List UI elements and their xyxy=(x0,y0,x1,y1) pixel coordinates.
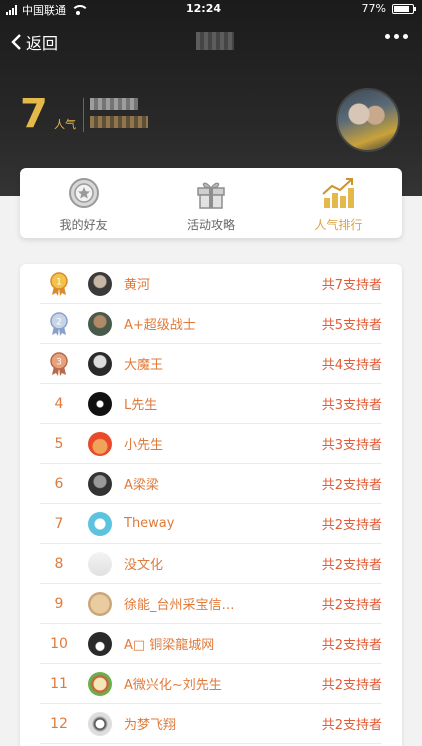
tab-friends[interactable]: 我的好友 xyxy=(20,168,147,238)
avatar[interactable] xyxy=(88,271,112,296)
back-label: 返回 xyxy=(26,34,59,53)
rank-number: 9 xyxy=(54,595,64,612)
supporter-count: 共2支持者 xyxy=(321,558,382,573)
avatar[interactable] xyxy=(88,431,112,456)
status-bar: 中国联通 12:24 77% xyxy=(0,0,422,18)
rank-number: 4 xyxy=(54,395,64,412)
ranking-row[interactable]: 3 大魔王 共4支持者 xyxy=(40,344,382,384)
tab-label: 人气排行 xyxy=(314,218,363,232)
medal-icon: 2 xyxy=(40,311,78,336)
rank-number: 6 xyxy=(54,475,64,492)
user-name: Theway xyxy=(124,516,175,531)
my-rank-label: 人气 xyxy=(54,118,76,131)
clock: 12:24 xyxy=(186,2,222,15)
tab-label: 活动攻略 xyxy=(186,218,235,232)
user-name: 黄河 xyxy=(124,278,151,293)
user-name-blurred xyxy=(90,98,138,110)
rank-number: 12 xyxy=(50,715,68,732)
nav-title-blurred xyxy=(196,32,234,50)
supporter-count: 共2支持者 xyxy=(321,478,382,493)
ranking-row[interactable]: 8 没文化 共2支持者 xyxy=(40,544,382,584)
signal-icon xyxy=(6,5,17,15)
supporter-count: 共2支持者 xyxy=(321,518,382,533)
user-name: 大魔王 xyxy=(124,358,164,373)
ranking-row[interactable]: 2 A+超级战士 共5支持者 xyxy=(40,304,382,344)
rank-number: 8 xyxy=(54,555,64,572)
user-name: A微兴化~刘先生 xyxy=(124,678,222,693)
rank-number: 5 xyxy=(54,435,64,452)
user-name: L先生 xyxy=(124,398,158,413)
ranking-row[interactable]: 12 为梦飞翔 共2支持者 xyxy=(40,704,382,744)
bar-chart-trend-icon xyxy=(322,178,355,208)
rank-number: 10 xyxy=(50,635,68,652)
supporter-count: 共4支持者 xyxy=(321,358,382,373)
user-name: 小先生 xyxy=(124,438,164,453)
user-name: 为梦飞翔 xyxy=(124,718,177,733)
chevron-left-icon xyxy=(11,34,21,50)
supporter-count: 共3支持者 xyxy=(321,438,382,453)
back-button[interactable]: 返回 xyxy=(10,30,58,54)
avatar[interactable] xyxy=(88,711,112,736)
my-rank-number: 7 xyxy=(20,91,48,137)
battery-label: 77% xyxy=(361,2,386,15)
header-area: 中国联通 12:24 77% 返回 7 人气 xyxy=(0,0,422,196)
supporter-count: 共2支持者 xyxy=(321,598,382,613)
supporter-count: 共5支持者 xyxy=(321,318,382,333)
divider xyxy=(83,98,84,132)
ranking-row[interactable]: 9 徐能_台州采宝信… 共2支持者 xyxy=(40,584,382,624)
ranking-row[interactable]: 6 A梁梁 共2支持者 xyxy=(40,464,382,504)
user-name: A+超级战士 xyxy=(124,318,196,333)
avatar[interactable] xyxy=(88,591,112,616)
gift-icon xyxy=(197,182,225,209)
avatar[interactable] xyxy=(88,311,112,336)
tab-bar: 我的好友 活动攻略 人气排行 xyxy=(20,168,402,238)
rank-number: 11 xyxy=(50,675,68,692)
more-button[interactable] xyxy=(385,34,408,39)
tab-popularity-ranking[interactable]: 人气排行 xyxy=(275,168,402,238)
user-avatar[interactable] xyxy=(336,88,400,152)
ranking-list: 1 黄河 共7支持者 2 A+超级战士 共5支持者 3 大魔王 共4支持者 4 L先生 共3支持者 5 小… xyxy=(20,264,402,746)
ranking-row[interactable]: 1 黄河 共7支持者 xyxy=(40,264,382,304)
supporter-count: 共3支持者 xyxy=(321,398,382,413)
ranking-row[interactable]: 10 A□ 铜梁龍城网 共2支持者 xyxy=(40,624,382,664)
user-name: A□ 铜梁龍城网 xyxy=(124,638,215,653)
supporter-count: 共2支持者 xyxy=(321,718,382,733)
tab-activity[interactable]: 活动攻略 xyxy=(147,168,274,238)
user-name: 没文化 xyxy=(124,558,164,573)
avatar[interactable] xyxy=(88,551,112,576)
user-id-blurred xyxy=(90,116,148,128)
svg-text:1: 1 xyxy=(56,277,62,287)
tab-label: 我的好友 xyxy=(59,218,108,232)
avatar[interactable] xyxy=(88,391,112,416)
avatar[interactable] xyxy=(88,471,112,496)
user-name: 徐能_台州采宝信… xyxy=(124,598,235,613)
wifi-icon xyxy=(71,5,89,15)
avatar[interactable] xyxy=(88,351,112,376)
friends-badge-icon xyxy=(68,178,99,208)
rank-number: 7 xyxy=(54,515,64,532)
ranking-row[interactable]: 7 Theway 共2支持者 xyxy=(40,504,382,544)
medal-icon: 3 xyxy=(40,351,78,376)
avatar[interactable] xyxy=(88,511,112,536)
carrier-label: 中国联通 xyxy=(22,4,66,17)
svg-text:2: 2 xyxy=(56,317,62,327)
supporter-count: 共7支持者 xyxy=(321,278,382,293)
battery-icon xyxy=(392,3,416,14)
supporter-count: 共2支持者 xyxy=(321,638,382,653)
supporter-count: 共2支持者 xyxy=(321,678,382,693)
user-name: A梁梁 xyxy=(124,478,159,493)
ranking-row[interactable]: 5 小先生 共3支持者 xyxy=(40,424,382,464)
nav-bar: 返回 xyxy=(0,24,422,58)
avatar[interactable] xyxy=(88,671,112,696)
ranking-row[interactable]: 4 L先生 共3支持者 xyxy=(40,384,382,424)
medal-icon: 1 xyxy=(40,271,78,296)
svg-text:3: 3 xyxy=(56,357,62,367)
avatar[interactable] xyxy=(88,631,112,656)
ranking-row[interactable]: 11 A微兴化~刘先生 共2支持者 xyxy=(40,664,382,704)
